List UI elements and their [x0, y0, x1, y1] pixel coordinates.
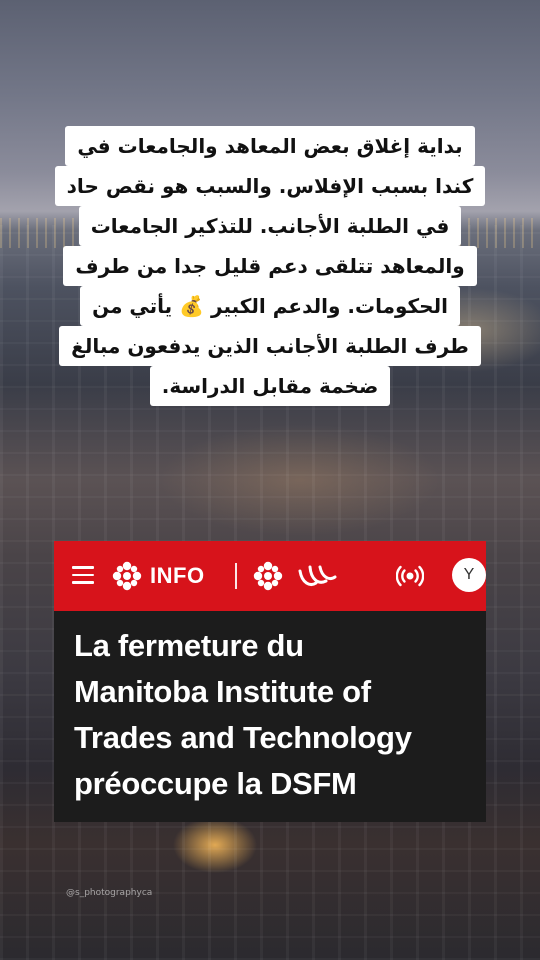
caption-line: كندا بسبب الإفلاس. والسبب هو نقص حاد — [54, 166, 486, 206]
headline-line: La fermeture du — [74, 628, 304, 663]
caption-line: ضخمة مقابل الدراسة. — [149, 366, 391, 406]
headline-line: Trades and Technology — [74, 720, 412, 755]
cbc-gem-icon[interactable] — [112, 561, 142, 591]
paralympic-icon[interactable] — [296, 561, 338, 591]
menu-icon[interactable] — [72, 566, 94, 584]
caption-line: طرف الطلبة الأجانب الذين يدفعون مبالغ — [59, 326, 481, 366]
cbc-top-bar: INFO Y — [54, 541, 486, 611]
caption-line: في الطلبة الأجانب. للتذكير الجامعات — [78, 206, 462, 246]
caption-line: والمعاهد تتلقى دعم قليل جدا من طرف — [63, 246, 477, 286]
info-nav-label[interactable]: INFO — [150, 561, 205, 591]
user-avatar[interactable]: Y — [452, 558, 486, 592]
cbc-news-screenshot: INFO Y La fermeture du Manitoba Institut… — [54, 541, 486, 822]
arabic-caption: بداية إغلاق بعض المعاهد والجامعات في كند… — [0, 126, 540, 406]
article-headline[interactable]: La fermeture du Manitoba Institute of Tr… — [54, 611, 486, 807]
nav-divider — [235, 563, 237, 589]
cbc-gem-icon[interactable] — [253, 561, 283, 591]
photographer-watermark: @s_photographyca — [66, 888, 153, 898]
headline-line: Manitoba Institute of — [74, 674, 371, 709]
headline-line: préoccupe la DSFM — [74, 766, 357, 801]
caption-line: بداية إغلاق بعض المعاهد والجامعات في — [65, 126, 475, 166]
caption-line: الحكومات. والدعم الكبير 💰 يأتي من — [80, 286, 460, 326]
live-radio-icon[interactable] — [396, 563, 424, 589]
